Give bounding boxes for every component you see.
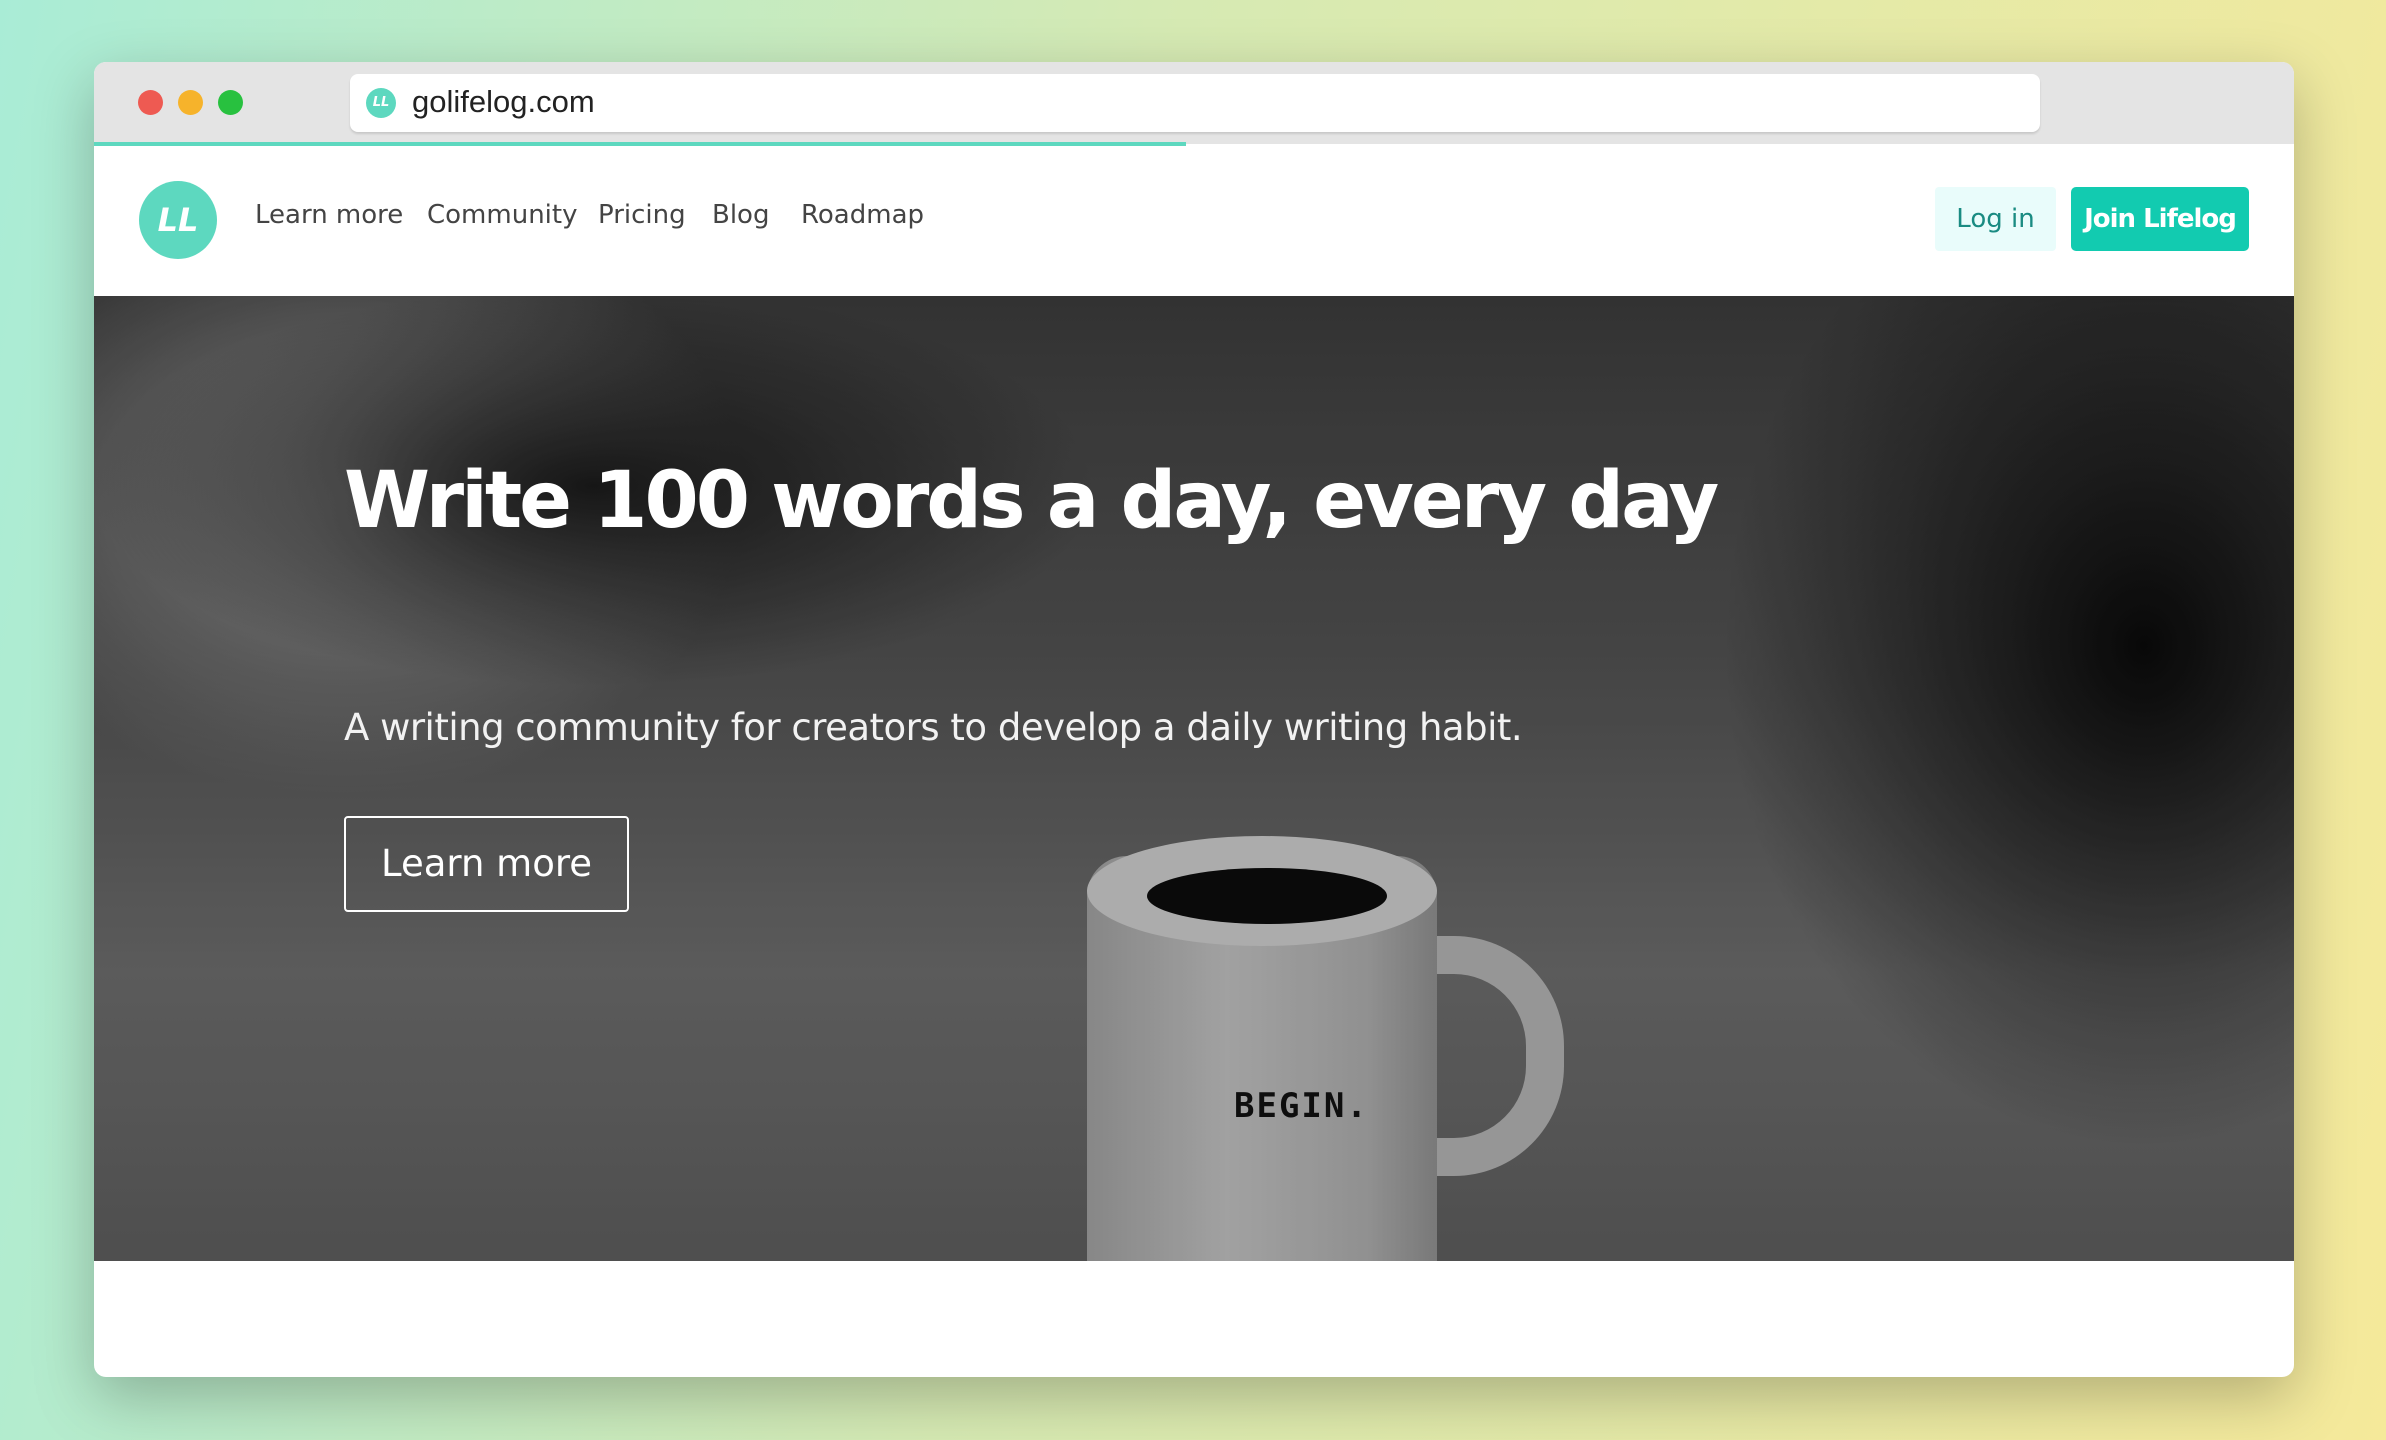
nav-blog[interactable]: Blog (712, 200, 769, 230)
site-navbar: LL Learn more Community Pricing Blog Roa… (94, 146, 2294, 296)
hero-title: Write 100 words a day, every day (344, 456, 1719, 546)
url-text: golifelog.com (412, 84, 595, 119)
address-bar[interactable]: LL golifelog.com (350, 74, 2040, 132)
nav-community[interactable]: Community (427, 200, 577, 230)
lifelog-logo[interactable]: LL (139, 181, 217, 259)
minimize-window-button[interactable] (178, 90, 203, 115)
nav-learn-more[interactable]: Learn more (255, 200, 403, 230)
browser-window: LL golifelog.com LL Learn more Community… (94, 62, 2294, 1377)
nav-pricing[interactable]: Pricing (598, 200, 686, 230)
join-button[interactable]: Join Lifelog (2071, 187, 2249, 251)
close-window-button[interactable] (138, 90, 163, 115)
hero-overlay (94, 296, 2294, 1261)
browser-titlebar: LL golifelog.com (94, 62, 2294, 144)
login-button[interactable]: Log in (1935, 187, 2056, 251)
nav-roadmap[interactable]: Roadmap (801, 200, 924, 230)
hero-subtitle: A writing community for creators to deve… (344, 706, 1523, 749)
hero-section: BEGIN. Write 100 words a day, every day … (94, 296, 2294, 1261)
maximize-window-button[interactable] (218, 90, 243, 115)
favicon-icon: LL (366, 88, 396, 118)
hero-learn-more-button[interactable]: Learn more (344, 816, 629, 912)
